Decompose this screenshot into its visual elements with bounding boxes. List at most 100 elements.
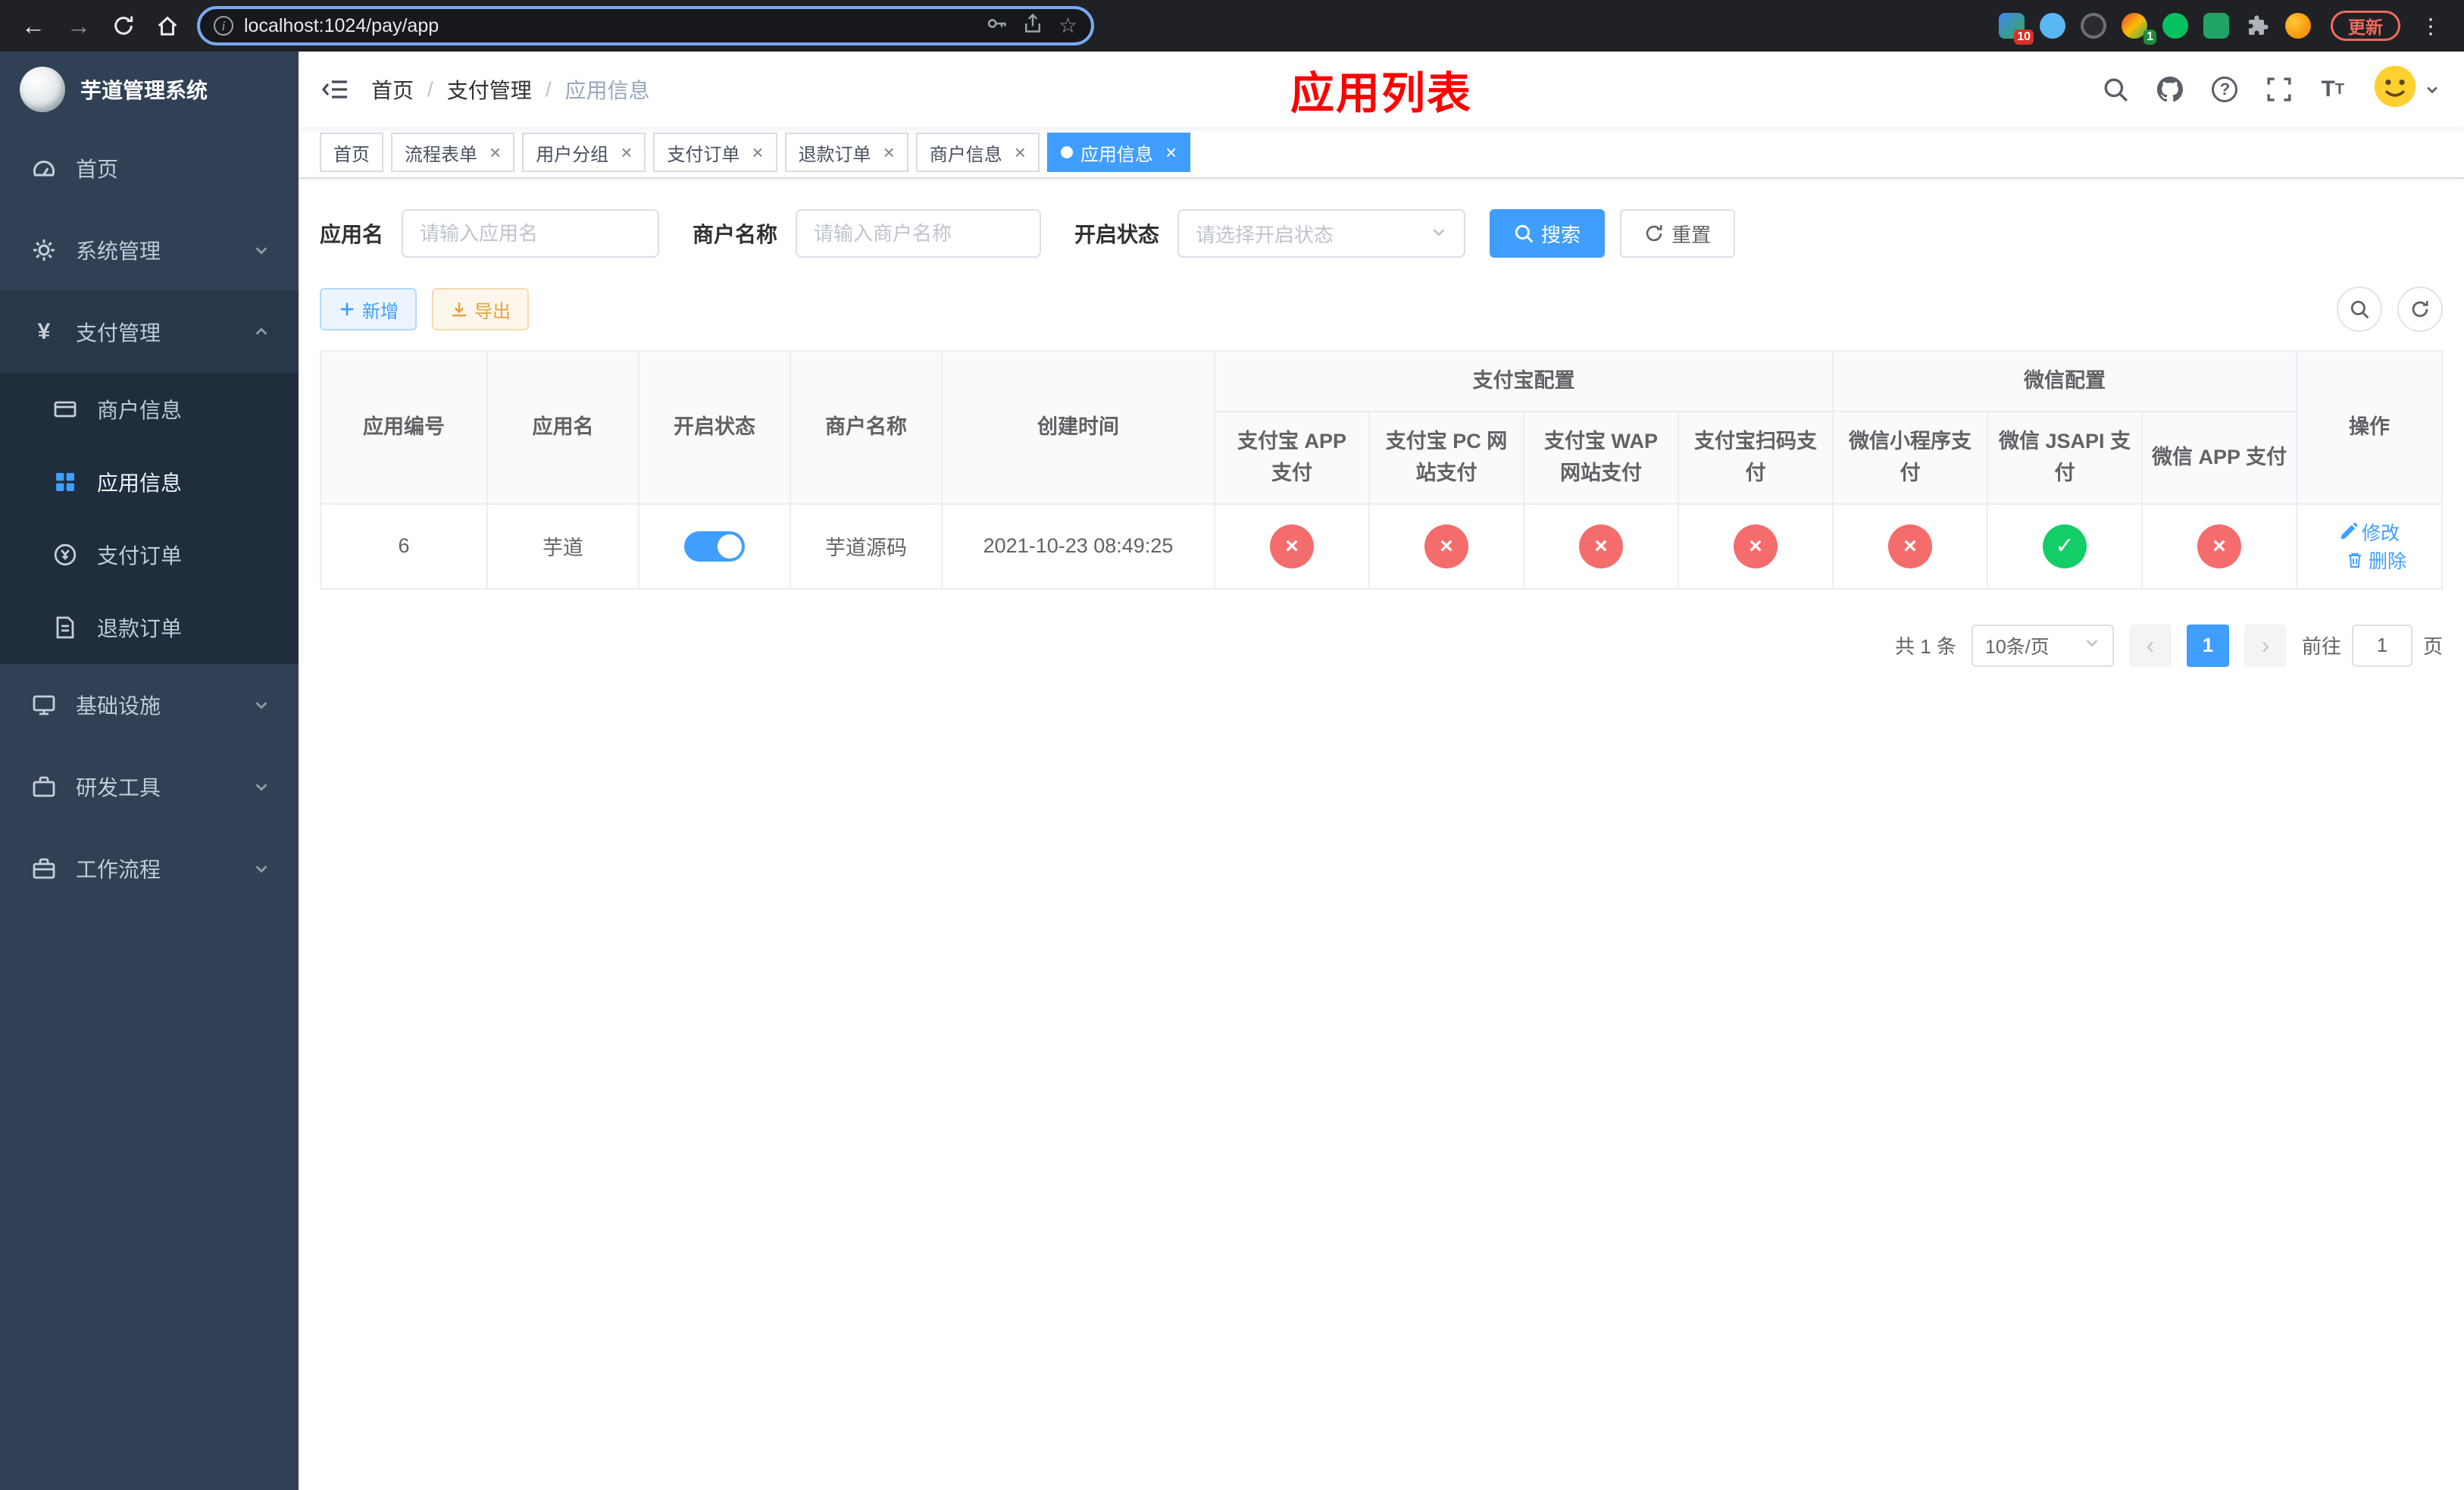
sidebar-item-refund-order[interactable]: 退款订单 bbox=[0, 591, 299, 664]
app-name-input[interactable] bbox=[420, 221, 642, 246]
goto-label: 前往 bbox=[2301, 635, 2341, 659]
tab-pay-order[interactable]: 支付订单 × bbox=[653, 133, 777, 172]
extension-icon-1[interactable]: 10 bbox=[1999, 13, 2034, 45]
close-icon[interactable]: × bbox=[1165, 142, 1177, 162]
help-icon[interactable]: ? bbox=[2212, 77, 2238, 102]
export-button[interactable]: 导出 bbox=[432, 288, 529, 330]
search-icon[interactable] bbox=[2103, 77, 2128, 102]
merchant-name-field bbox=[796, 209, 1042, 258]
page-size-select[interactable]: 10条/页 bbox=[1971, 624, 2114, 667]
browser-update-button[interactable]: 更新 bbox=[2331, 11, 2400, 41]
tab-merchant-info[interactable]: 商户信息 × bbox=[915, 133, 1040, 172]
browser-forward-icon[interactable]: → bbox=[67, 12, 91, 40]
tab-label: 首页 bbox=[333, 144, 370, 165]
sidebar-item-workflow[interactable]: 工作流程 bbox=[0, 828, 299, 909]
browser-menu-icon[interactable]: ⋮ bbox=[2416, 14, 2446, 39]
briefcase-icon bbox=[29, 856, 59, 881]
merchant-name-input[interactable] bbox=[814, 221, 1024, 246]
tab-label: 用户分组 bbox=[536, 144, 609, 165]
breadcrumb-payment[interactable]: 支付管理 bbox=[447, 74, 532, 105]
breadcrumb-home[interactable]: 首页 bbox=[371, 74, 414, 105]
tab-user-group[interactable]: 用户分组 × bbox=[522, 133, 646, 172]
sidebar-item-label: 系统管理 bbox=[76, 239, 161, 263]
group-header-alipay: 支付宝配置 bbox=[1214, 350, 1834, 412]
bookmark-star-icon[interactable]: ☆ bbox=[1058, 15, 1077, 36]
toggle-search-icon[interactable] bbox=[2337, 286, 2382, 332]
tab-home[interactable]: 首页 bbox=[320, 133, 383, 172]
url-text[interactable]: localhost:1024/pay/app bbox=[244, 15, 975, 37]
sidebar-item-app-info[interactable]: 应用信息 bbox=[0, 446, 299, 518]
next-page-icon[interactable]: › bbox=[2244, 624, 2287, 667]
extension-icon-2[interactable] bbox=[2040, 13, 2065, 39]
column-header-actions: 操作 bbox=[2296, 350, 2443, 505]
extension-icon-3[interactable] bbox=[2081, 13, 2106, 39]
cell-status bbox=[638, 502, 791, 590]
close-icon[interactable]: × bbox=[489, 142, 501, 162]
sidebar-item-infra[interactable]: 基础设施 bbox=[0, 664, 299, 746]
app-shell: 芋道管理系统 首页 系统管理 ¥ 支付管理 商户信息 应用信息 支付订单 退款订… bbox=[0, 52, 2464, 1490]
sidebar-item-home[interactable]: 首页 bbox=[0, 127, 299, 209]
extension-badge: 1 bbox=[2143, 30, 2156, 45]
app-table: 应用编号 应用名 开启状态 商户名称 创建时间 支付宝配置 微信配置 操作 支付… bbox=[320, 350, 2443, 590]
user-avatar-menu[interactable] bbox=[2373, 64, 2440, 114]
reset-button[interactable]: 重置 bbox=[1620, 209, 1736, 258]
search-button[interactable]: 搜索 bbox=[1490, 209, 1606, 258]
sidebar-item-system[interactable]: 系统管理 bbox=[0, 209, 299, 291]
cell-created: 2021-10-23 08:49:25 bbox=[941, 502, 1215, 590]
status-select[interactable]: 请选择开启状态 bbox=[1177, 209, 1466, 258]
add-button[interactable]: 新增 bbox=[320, 288, 417, 330]
extension-icon-4[interactable]: 1 bbox=[2122, 13, 2156, 45]
cell-alipay-wap: × bbox=[1523, 502, 1679, 590]
status-toggle[interactable] bbox=[684, 531, 745, 562]
sidebar-item-label: 支付管理 bbox=[76, 321, 161, 345]
browser-profile-avatar[interactable] bbox=[2285, 13, 2311, 39]
close-icon[interactable]: × bbox=[752, 142, 763, 162]
github-icon[interactable] bbox=[2157, 77, 2184, 102]
close-icon[interactable]: × bbox=[883, 142, 895, 162]
sidebar-item-payment[interactable]: ¥ 支付管理 bbox=[0, 291, 299, 373]
browser-home-icon[interactable] bbox=[156, 14, 179, 37]
dashboard-icon bbox=[29, 156, 59, 180]
merchant-name-label: 商户名称 bbox=[693, 223, 778, 246]
sidebar-item-dev-tools[interactable]: 研发工具 bbox=[0, 746, 299, 828]
status-cross-icon: × bbox=[1424, 524, 1468, 568]
chevron-down-icon bbox=[253, 242, 270, 258]
sidebar-item-pay-order[interactable]: 支付订单 bbox=[0, 518, 299, 591]
share-icon[interactable] bbox=[1022, 12, 1043, 40]
password-key-icon[interactable] bbox=[986, 12, 1007, 40]
group-header-wechat: 微信配置 bbox=[1831, 350, 2298, 412]
browser-reload-icon[interactable] bbox=[112, 14, 135, 37]
pay-order-icon bbox=[50, 543, 80, 567]
close-icon[interactable]: × bbox=[621, 142, 632, 162]
fullscreen-icon[interactable] bbox=[2266, 77, 2292, 102]
page-number-1[interactable]: 1 bbox=[2186, 624, 2229, 667]
tab-refund-order[interactable]: 退款订单 × bbox=[784, 133, 908, 172]
tab-process-form[interactable]: 流程表单 × bbox=[391, 133, 515, 172]
goto-unit: 页 bbox=[2422, 635, 2443, 659]
credit-card-icon bbox=[50, 397, 80, 421]
font-size-icon[interactable]: TT bbox=[2321, 77, 2344, 102]
chevron-down-icon bbox=[253, 778, 270, 795]
sidebar-logo-row[interactable]: 芋道管理系统 bbox=[0, 52, 299, 127]
site-info-icon[interactable]: i bbox=[214, 16, 233, 36]
refresh-icon[interactable] bbox=[2397, 286, 2443, 332]
goto-page-input[interactable] bbox=[2351, 624, 2412, 667]
edit-link[interactable]: 修改 bbox=[2339, 518, 2400, 546]
tab-app-info[interactable]: 应用信息 × bbox=[1046, 133, 1191, 172]
close-icon[interactable]: × bbox=[1015, 142, 1026, 162]
sidebar-toggle-icon[interactable] bbox=[299, 76, 371, 103]
extension-icon-5[interactable] bbox=[2162, 13, 2188, 39]
prev-page-icon[interactable]: ‹ bbox=[2128, 624, 2172, 667]
extensions-puzzle-icon[interactable] bbox=[2244, 13, 2270, 39]
address-bar[interactable]: i localhost:1024/pay/app ☆ bbox=[197, 6, 1094, 45]
page-content: 应用名 商户名称 开启状态 请选择开启状态 搜索 bbox=[299, 179, 2464, 1490]
browser-back-icon[interactable]: ← bbox=[21, 12, 45, 40]
extension-icon-6[interactable] bbox=[2203, 13, 2229, 39]
column-header-alipay-qr: 支付宝扫码支付 bbox=[1678, 410, 1834, 505]
delete-link[interactable]: 删除 bbox=[2346, 546, 2406, 574]
chevron-down-icon bbox=[253, 860, 270, 877]
sidebar-item-merchant-info[interactable]: 商户信息 bbox=[0, 373, 299, 446]
monitor-icon bbox=[29, 693, 59, 717]
breadcrumb: 首页 / 支付管理 / 应用信息 bbox=[371, 74, 650, 105]
status-cross-icon: × bbox=[1270, 524, 1314, 568]
